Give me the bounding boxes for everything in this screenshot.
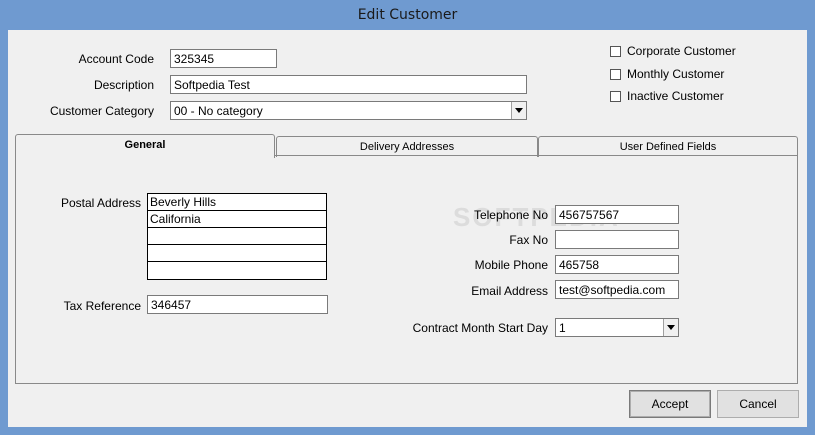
description-label: Description [93, 78, 154, 92]
email-address-input[interactable]: test@softpedia.com [555, 280, 679, 299]
checkbox-box[interactable] [610, 45, 621, 57]
telephone-label: Telephone No [473, 208, 548, 222]
dialog-client-area: Account Code 325345 Description Softpedi… [8, 30, 807, 427]
general-tab-panel [15, 157, 798, 384]
title-bar[interactable]: Edit Customer [0, 0, 815, 30]
email-address-label: Email Address [471, 284, 548, 298]
fax-label: Fax No [509, 233, 548, 247]
tab-general[interactable]: General [15, 134, 275, 158]
fax-input[interactable] [555, 230, 679, 249]
customer-category-label: Customer Category [49, 104, 154, 118]
tab-strip-line [275, 155, 798, 156]
postal-address-grid[interactable]: Beverly Hills California [147, 193, 327, 280]
contract-start-day-select[interactable]: 1 [555, 318, 679, 337]
corporate-customer-checkbox[interactable]: Corporate Customer [610, 44, 736, 58]
mobile-phone-label: Mobile Phone [474, 258, 548, 272]
inactive-customer-label: Inactive Customer [627, 89, 724, 103]
tax-reference-input[interactable]: 346457 [147, 295, 328, 314]
window-title: Edit Customer [357, 7, 458, 23]
contract-start-day-value: 1 [559, 321, 566, 335]
telephone-input[interactable]: 456757567 [555, 205, 679, 224]
description-input[interactable]: Softpedia Test [170, 75, 527, 94]
postal-address-line-5[interactable] [148, 262, 326, 279]
checkbox-box[interactable] [610, 68, 621, 80]
contract-start-day-label: Contract Month Start Day [412, 321, 548, 335]
customer-category-select[interactable]: 00 - No category [170, 101, 527, 120]
checkbox-box[interactable] [610, 90, 621, 102]
chevron-down-icon[interactable] [663, 319, 678, 336]
postal-address-line-3[interactable] [148, 228, 326, 245]
corporate-customer-label: Corporate Customer [627, 44, 736, 58]
monthly-customer-label: Monthly Customer [627, 67, 725, 81]
accept-button[interactable]: Accept [629, 390, 711, 418]
customer-category-value: 00 - No category [174, 104, 263, 118]
cancel-button[interactable]: Cancel [717, 390, 799, 418]
chevron-down-icon[interactable] [511, 102, 526, 119]
account-code-label: Account Code [78, 52, 154, 66]
inactive-customer-checkbox[interactable]: Inactive Customer [610, 89, 724, 103]
account-code-input[interactable]: 325345 [170, 49, 277, 68]
mobile-phone-input[interactable]: 465758 [555, 255, 679, 274]
postal-address-line-2[interactable]: California [148, 211, 326, 228]
postal-address-line-4[interactable] [148, 245, 326, 262]
postal-address-line-1[interactable]: Beverly Hills [148, 194, 326, 211]
monthly-customer-checkbox[interactable]: Monthly Customer [610, 67, 724, 81]
tax-reference-label: Tax Reference [63, 299, 141, 313]
postal-address-label: Postal Address [60, 196, 141, 210]
